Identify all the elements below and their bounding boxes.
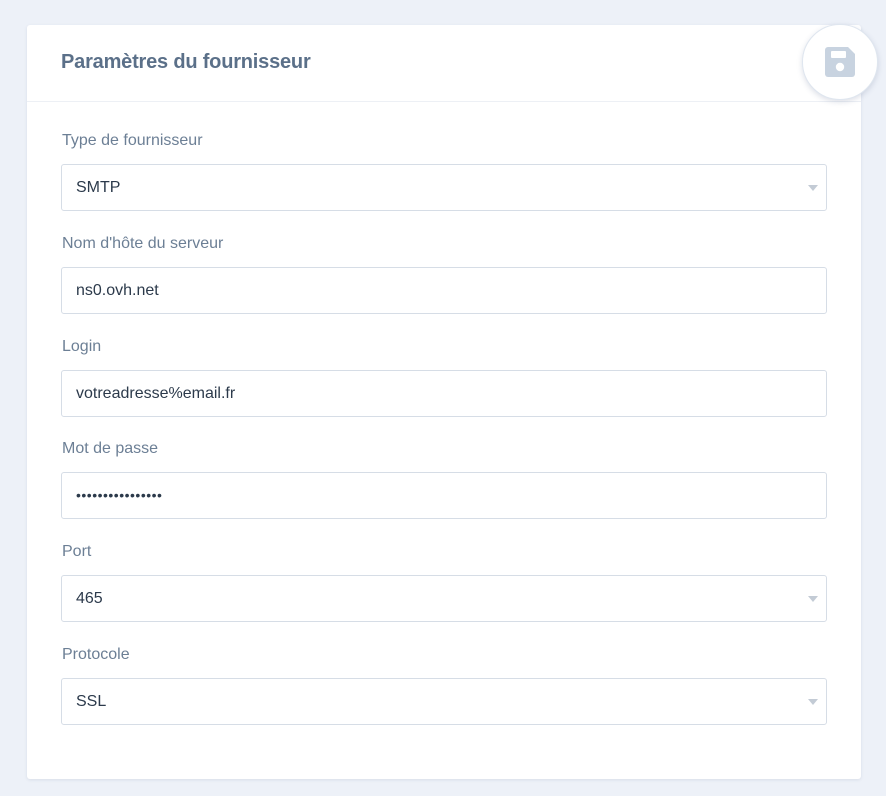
hostname-label: Nom d'hôte du serveur: [62, 235, 224, 252]
provider-type-select[interactable]: SMTP: [61, 164, 827, 211]
password-input[interactable]: ••••••••••••••••: [61, 472, 827, 519]
port-value: 465: [76, 590, 103, 607]
login-value: votreadresse%email.fr: [76, 385, 236, 402]
save-button[interactable]: [802, 24, 878, 100]
hostname-value: ns0.ovh.net: [76, 282, 159, 299]
protocol-value: SSL: [76, 693, 107, 710]
hostname-input[interactable]: ns0.ovh.net: [61, 267, 827, 314]
card-title: Paramètres du fournisseur: [61, 51, 311, 73]
login-input[interactable]: votreadresse%email.fr: [61, 370, 827, 417]
protocol-label: Protocole: [62, 646, 130, 663]
provider-type-value: SMTP: [76, 179, 121, 196]
password-label: Mot de passe: [62, 440, 159, 457]
floppy-disk-icon: [825, 47, 855, 77]
port-select[interactable]: 465: [61, 575, 827, 622]
card-header: Paramètres du fournisseur: [27, 25, 861, 102]
provider-type-label: Type de fournisseur: [62, 132, 203, 149]
chevron-down-icon: [808, 185, 818, 191]
login-label: Login: [62, 338, 102, 355]
port-label: Port: [62, 543, 92, 560]
password-value: ••••••••••••••••: [76, 487, 163, 503]
chevron-down-icon: [808, 596, 818, 602]
provider-settings-card: Paramètres du fournisseur Type de fourni…: [27, 24, 878, 779]
protocol-select[interactable]: SSL: [61, 678, 827, 725]
chevron-down-icon: [808, 699, 818, 705]
